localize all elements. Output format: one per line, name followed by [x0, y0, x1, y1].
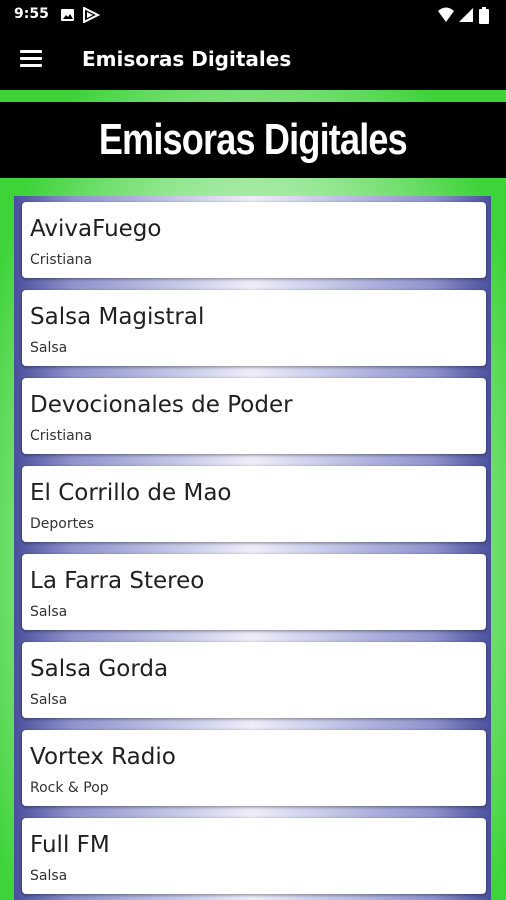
station-card[interactable]: AvivaFuego Cristiana: [22, 202, 486, 278]
station-name: El Corrillo de Mao: [30, 480, 232, 506]
station-genre: Salsa: [30, 604, 68, 620]
station-name: Vortex Radio: [30, 744, 176, 770]
battery-icon: [479, 7, 489, 24]
banner: Emisoras Digitales: [0, 102, 506, 178]
station-card[interactable]: Salsa Gorda Salsa: [22, 642, 486, 718]
station-name: Full FM: [30, 832, 110, 858]
station-card[interactable]: Salsa Magistral Salsa: [22, 290, 486, 366]
app-title: Emisoras Digitales: [82, 47, 292, 71]
station-card[interactable]: Devocionales de Poder Cristiana: [22, 378, 486, 454]
station-name: AvivaFuego: [30, 216, 162, 242]
banner-title: Emisoras Digitales: [98, 115, 408, 164]
station-list[interactable]: AvivaFuego Cristiana Salsa Magistral Sal…: [14, 196, 491, 900]
station-genre: Deportes: [30, 516, 94, 532]
station-name: Devocionales de Poder: [30, 392, 293, 418]
wifi-icon: [438, 7, 454, 22]
station-name: Salsa Magistral: [30, 304, 205, 330]
station-name: Salsa Gorda: [30, 656, 169, 682]
station-genre: Cristiana: [30, 252, 93, 268]
station-card[interactable]: Vortex Radio Rock & Pop: [22, 730, 486, 806]
image-notification-icon: [61, 9, 74, 21]
status-time: 9:55: [14, 6, 49, 22]
station-card[interactable]: El Corrillo de Mao Deportes: [22, 466, 486, 542]
status-bar: 9:55: [0, 0, 506, 30]
station-genre: Salsa: [30, 868, 68, 884]
station-genre: Salsa: [30, 340, 68, 356]
station-card[interactable]: Full FM Salsa: [22, 818, 486, 894]
station-genre: Rock & Pop: [30, 780, 109, 796]
signal-icon: [459, 8, 473, 22]
app-bar: Emisoras Digitales: [0, 30, 506, 90]
play-store-icon: [83, 7, 100, 23]
station-name: La Farra Stereo: [30, 568, 205, 594]
station-genre: Cristiana: [30, 428, 93, 444]
main-content: Emisoras Digitales AvivaFuego Cristiana …: [0, 90, 506, 900]
hamburger-menu-icon[interactable]: [20, 50, 44, 68]
station-genre: Salsa: [30, 692, 68, 708]
station-card[interactable]: La Farra Stereo Salsa: [22, 554, 486, 630]
